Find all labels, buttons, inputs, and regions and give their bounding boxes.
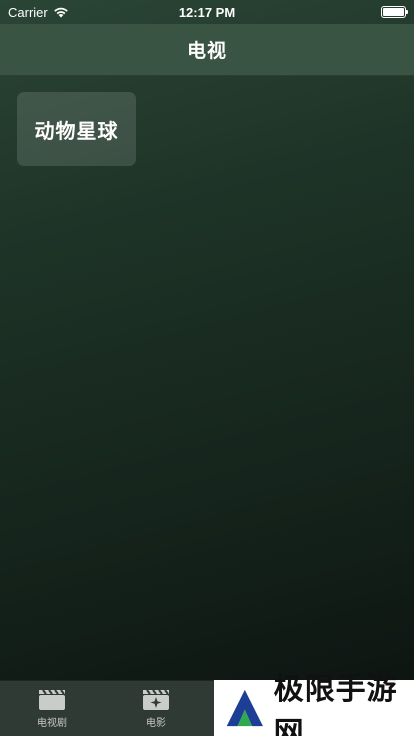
watermark: 极限手游网	[214, 672, 414, 736]
logo-icon	[226, 689, 263, 727]
tab-label: 电影	[146, 718, 166, 729]
battery-icon	[381, 6, 408, 18]
battery-level-fill	[383, 8, 404, 16]
nav-bar: 电视	[0, 24, 414, 76]
status-left: Carrier	[8, 5, 69, 20]
movie-sparkle-icon	[143, 689, 169, 710]
channel-list: 动物星球	[0, 76, 414, 680]
status-bar: Carrier 12:17 PM	[0, 0, 414, 24]
channel-label: 动物星球	[34, 118, 119, 143]
tab-movies[interactable]: 电影	[104, 681, 208, 736]
channel-card-animal-planet[interactable]: 动物星球	[17, 92, 136, 166]
wifi-icon	[53, 7, 68, 18]
tab-label: 电视剧	[37, 718, 67, 729]
watermark-text: 极限手游网	[273, 672, 398, 736]
page-title: 电视	[186, 40, 227, 62]
carrier-label: Carrier	[8, 4, 48, 20]
tab-tv-series[interactable]: 电视剧	[0, 681, 104, 736]
clapperboard-icon	[39, 689, 65, 710]
